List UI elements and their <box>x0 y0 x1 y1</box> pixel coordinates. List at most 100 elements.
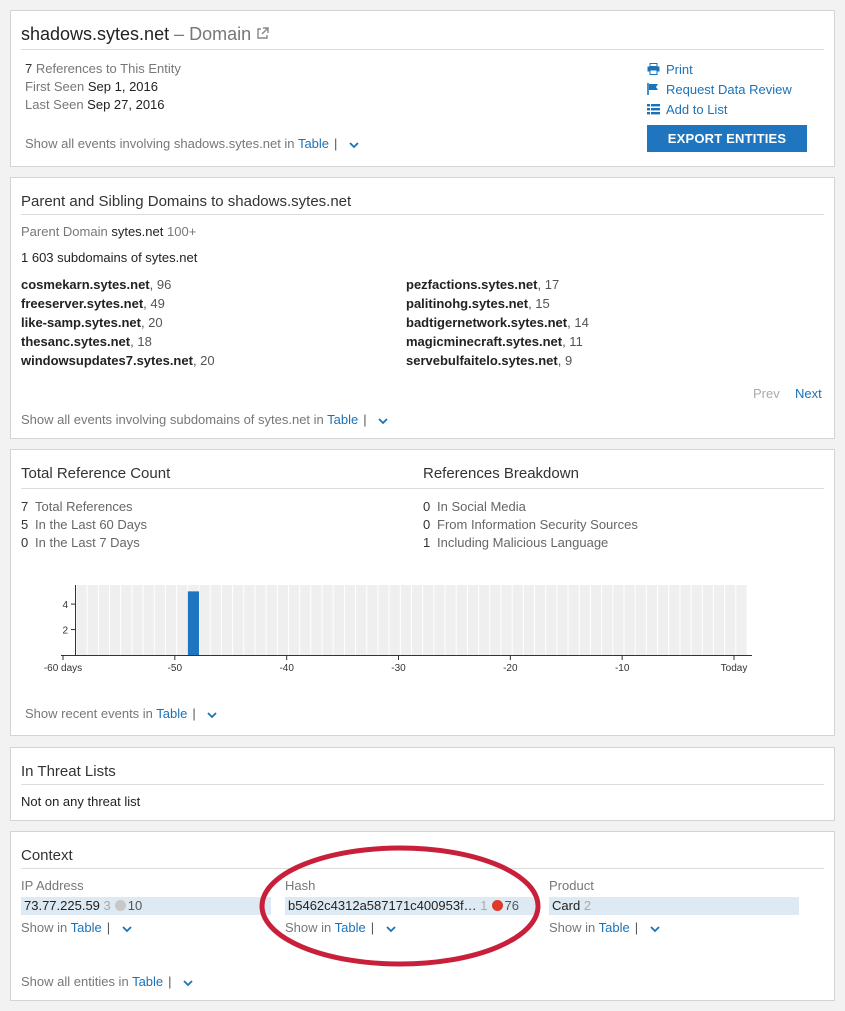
stat-label: In Social Media <box>437 499 526 514</box>
ip-address-row[interactable]: 73.77.225.59 3 10 <box>21 897 271 915</box>
list-item[interactable]: servebulfaitelo.sytes.net, 9 <box>406 351 589 370</box>
x-tick-label: -30 <box>391 663 406 674</box>
external-link-icon[interactable] <box>256 24 269 45</box>
list-item[interactable]: freeserver.sytes.net, 49 <box>21 294 215 313</box>
list-item[interactable]: like-samp.sytes.net, 20 <box>21 313 215 332</box>
subdomain-count-value: , 20 <box>140 315 163 330</box>
list-item[interactable]: badtigernetwork.sytes.net, 14 <box>406 313 589 332</box>
entity-header-panel: shadows.sytes.net – Domain 7 References … <box>10 10 835 167</box>
show-all-entities-text: Show all entities in <box>21 974 129 989</box>
subdomain-name: pezfactions.sytes.net <box>406 277 538 292</box>
x-tick-label: -60 days <box>44 663 82 674</box>
chevron-down-icon[interactable] <box>178 974 194 989</box>
threat-lists-panel: In Threat Lists Not on any threat list <box>10 747 835 821</box>
chart-day-column <box>98 585 110 655</box>
subdomain-count-value: , 49 <box>143 296 165 311</box>
request-review-action[interactable]: Request Data Review <box>647 82 792 97</box>
ref-label: References to This Entity <box>35 61 181 76</box>
list-item[interactable]: palitinohg.sytes.net, 15 <box>406 294 589 313</box>
reference-chart: 2 4 -60 days -50 -40 -30 -20 -10 Today <box>44 585 752 674</box>
show-events-row: Show all events involving shadows.sytes.… <box>25 136 360 151</box>
flag-icon <box>647 82 666 97</box>
chevron-down-icon[interactable] <box>645 920 661 935</box>
chart-bar[interactable] <box>187 591 200 655</box>
chart-day-column <box>143 585 154 655</box>
list-item[interactable]: magicminecraft.sytes.net, 11 <box>406 332 589 351</box>
list-item[interactable]: cosmekarn.sytes.net, 96 <box>21 275 215 294</box>
table-link[interactable]: Table <box>156 706 187 721</box>
stat-label: In the Last 7 Days <box>35 535 140 550</box>
subdomain-name: magicminecraft.sytes.net <box>406 334 563 349</box>
stat-number: 0 <box>21 535 29 550</box>
add-to-list-action[interactable]: Add to List <box>647 102 727 117</box>
reference-count-panel: Total Reference Count References Breakdo… <box>10 449 835 736</box>
subdomain-name: like-samp.sytes.net <box>21 315 141 330</box>
subdomain-count-value: , 15 <box>528 296 550 311</box>
list-item[interactable]: thesanc.sytes.net, 18 <box>21 332 215 351</box>
table-link[interactable]: Table <box>327 412 358 427</box>
chart-day-column <box>568 585 579 655</box>
threat-lists-status: Not on any threat list <box>21 794 141 809</box>
table-link[interactable]: Table <box>71 920 102 935</box>
last-seen-value: Sep 27, 2016 <box>87 97 165 112</box>
chart-day-column <box>288 585 300 655</box>
chart-day-column <box>266 585 277 655</box>
product-row[interactable]: Card 2 <box>549 897 799 915</box>
chart-day-column <box>378 585 389 655</box>
chevron-down-icon[interactable] <box>117 920 133 935</box>
stat-label: Including Malicious Language <box>437 535 609 550</box>
chart-day-column <box>154 585 165 655</box>
entity-stats: 7 References to This Entity First Seen S… <box>25 60 181 114</box>
list-item: 0 In the Last 7 Days <box>21 534 147 552</box>
list-item[interactable]: windowsupdates7.sytes.net, 20 <box>21 351 215 370</box>
risk-dot-icon <box>114 900 126 911</box>
references-breakdown-title: References Breakdown <box>423 465 579 482</box>
parent-domain-label: Parent Domain <box>21 224 108 239</box>
next-button[interactable]: Next <box>795 386 822 401</box>
chart-day-column <box>244 585 255 655</box>
chart-day-column <box>76 585 87 655</box>
chevron-down-icon[interactable] <box>202 706 218 721</box>
chart-day-column <box>546 585 557 655</box>
table-link[interactable]: Table <box>132 974 163 989</box>
stat-label: In the Last 60 Days <box>35 517 148 532</box>
chart-day-column <box>110 585 121 655</box>
chart-day-column <box>233 585 244 655</box>
parent-domain-row: Parent Domain sytes.net 100+ <box>21 224 196 239</box>
chart-day-column <box>535 585 546 655</box>
ip-address-value: 73.77.225.59 <box>24 898 100 913</box>
subdomain-name: servebulfaitelo.sytes.net <box>406 353 558 368</box>
ref-count: 7 <box>25 61 33 76</box>
chart-day-column <box>177 585 188 655</box>
chart-day-column <box>736 585 747 655</box>
ip-show-row: Show in Table | <box>21 920 133 935</box>
export-entities-button[interactable]: EXPORT ENTITIES <box>647 125 807 152</box>
table-link[interactable]: Table <box>298 136 329 151</box>
table-link[interactable]: Table <box>599 920 630 935</box>
parent-domain-link[interactable]: sytes.net <box>111 224 163 239</box>
x-tick-label: Today <box>721 663 748 674</box>
chart-day-column <box>400 585 411 655</box>
reference-count-title-row: Total Reference Count References Breakdo… <box>21 465 824 489</box>
print-action[interactable]: Print <box>647 62 693 77</box>
chart-day-column <box>557 585 568 655</box>
show-in-text: Show in <box>21 920 68 935</box>
subdomain-count: 1 603 subdomains of sytes.net <box>21 250 198 265</box>
prev-button[interactable]: Prev <box>753 386 780 401</box>
chevron-down-icon[interactable] <box>373 412 389 427</box>
first-seen-label: First Seen <box>25 79 85 94</box>
list-item: 0 In Social Media <box>423 498 638 516</box>
chart-day-column <box>389 585 400 655</box>
ip-address-label: IP Address <box>21 878 84 893</box>
breakdown-list: 0 In Social Media 0 From Information Secur… <box>423 498 638 552</box>
chart-day-column <box>300 585 311 655</box>
list-item[interactable]: pezfactions.sytes.net, 17 <box>406 275 589 294</box>
show-all-entities-row: Show all entities in Table | <box>21 974 194 989</box>
chart-day-column <box>512 585 523 655</box>
stat-label: From Information Security Sources <box>437 517 638 532</box>
chart-day-column <box>669 585 680 655</box>
subdomain-name: freeserver.sytes.net <box>21 296 144 311</box>
product-value: Card <box>552 898 581 913</box>
chevron-down-icon[interactable] <box>344 136 360 151</box>
chart-day-column <box>658 585 669 655</box>
